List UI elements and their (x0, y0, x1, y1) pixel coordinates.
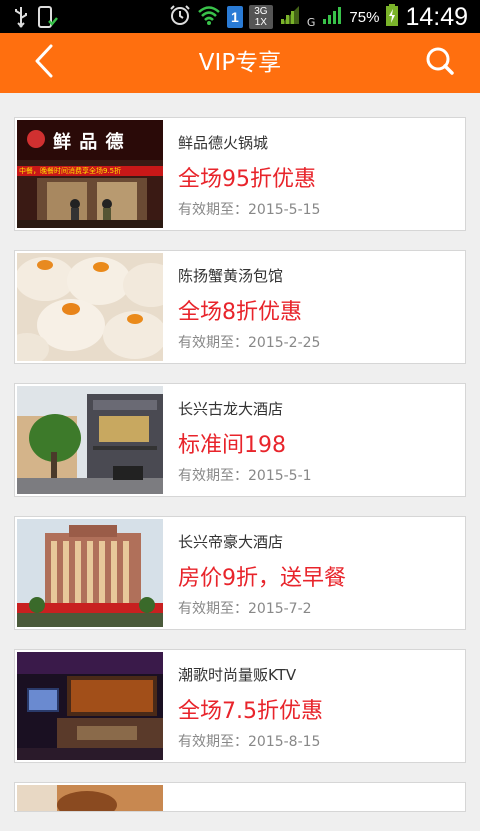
dumplings-photo (17, 253, 163, 361)
expiry-date: 有效期至：2015-2-25 (178, 335, 321, 351)
list-item[interactable]: 长兴古龙大酒店 标准间198 有效期至：2015-5-1 (14, 383, 466, 497)
list-item[interactable]: 长兴帝豪大酒店 房价9折，送早餐 有效期至：2015-7-2 (14, 516, 466, 630)
list-item[interactable]: 陈扬蟹黄汤包馆 全场8折优惠 有效期至：2015-2-25 (14, 250, 466, 364)
promo-text: 全场8折优惠 (178, 300, 302, 325)
merchant-name: 长兴帝豪大酒店 (178, 533, 284, 551)
promo-text: 全场7.5折优惠 (178, 699, 323, 724)
merchant-name: 鲜品德火锅城 (178, 134, 269, 152)
status-bar: 1 3G 1X G 75% 14:49 (0, 0, 480, 33)
list-item[interactable]: 潮歌时尚量贩KTV 全场7.5折优惠 有效期至：2015-8-15 (14, 649, 466, 763)
hotel-photo (17, 386, 163, 494)
list-item-partial[interactable] (14, 782, 466, 812)
promo-text: 标准间198 (178, 433, 286, 458)
merchant-name: 潮歌时尚量贩KTV (178, 666, 297, 684)
battery-percent: 75% (349, 8, 380, 26)
expiry-date: 有效期至：2015-7-2 (178, 601, 312, 617)
expiry-date: 有效期至：2015-8-15 (178, 734, 321, 750)
network-type-icon: 3G 1X (248, 5, 273, 29)
search-icon (425, 46, 455, 80)
net-badge-bottom: 1X (254, 17, 267, 28)
status-bar-left (14, 6, 58, 32)
signal-icon-2 (321, 4, 343, 30)
battery-charging-icon (385, 3, 399, 31)
vip-offer-list: 鲜 品 德 中餐，晚餐时间消费享全场9.5折 鲜品德火锅城 全场95折优惠 有效… (14, 117, 466, 831)
merchant-name: 长兴古龙大酒店 (178, 400, 284, 418)
promo-text: 房价9折，送早餐 (178, 566, 346, 591)
partial-photo (17, 785, 163, 811)
wifi-icon (197, 4, 221, 30)
clock: 14:49 (405, 3, 468, 31)
list-item[interactable]: 鲜 品 德 中餐，晚餐时间消费享全场9.5折 鲜品德火锅城 全场95折优惠 有效… (14, 117, 466, 231)
restaurant-sign-text: 鲜 品 德 (53, 132, 125, 153)
app-bar: VIP专享 (0, 33, 480, 93)
usb-icon (14, 6, 28, 32)
expiry-date: 有效期至：2015-5-15 (178, 202, 321, 218)
signal-icon (279, 4, 301, 30)
ktv-room-photo (17, 652, 163, 760)
restaurant-banner-text: 中餐，晚餐时间消费享全场9.5折 (19, 167, 122, 175)
expiry-date: 有效期至：2015-5-1 (178, 468, 312, 484)
search-button[interactable] (418, 44, 462, 82)
network-label: G (306, 15, 316, 29)
status-bar-right: 1 3G 1X G 75% 14:49 (169, 3, 468, 31)
merchant-name: 陈扬蟹黄汤包馆 (178, 267, 284, 285)
page-title: VIP专享 (198, 50, 282, 76)
restaurant-photo: 鲜 品 德 中餐，晚餐时间消费享全场9.5折 (17, 120, 163, 228)
net-badge-top: 3G (254, 6, 268, 17)
sim-icon: 1 (226, 6, 243, 28)
alarm-icon (169, 4, 191, 30)
promo-text: 全场95折优惠 (178, 167, 316, 192)
phone-check-icon (38, 6, 58, 32)
hotel-tower-photo (17, 519, 163, 627)
